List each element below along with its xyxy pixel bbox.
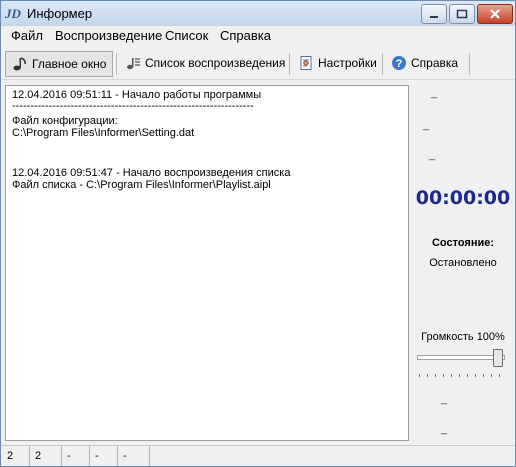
close-button[interactable] — [477, 4, 513, 24]
status-cell: 2 — [1, 446, 30, 466]
svg-text:JD: JD — [5, 6, 22, 21]
toolbar-separator — [289, 53, 290, 75]
menu-list[interactable]: Список — [165, 28, 208, 43]
playlist-icon — [125, 55, 141, 71]
status-bar: 2 2 - - - — [1, 445, 515, 466]
status-panel: _ _ _ 00:00:00 Состояние: Остановлено Гр… — [411, 85, 515, 441]
minimize-button[interactable] — [421, 4, 447, 24]
tab-settings[interactable]: Настройки — [292, 51, 378, 75]
state-label: Состояние: — [431, 237, 495, 249]
log-textarea[interactable]: 12.04.2016 09:51:11 - Начало работы прог… — [5, 85, 409, 441]
status-dash: _ — [431, 87, 438, 99]
svg-text:?: ? — [396, 58, 403, 70]
log-line: Файл списка - C:\Program Files\Informer\… — [12, 179, 271, 191]
tab-settings-label: Настройки — [318, 56, 377, 70]
log-line: C:\Program Files\Informer\Setting.dat — [12, 127, 195, 139]
toolbar: Главное окно Список воспроизведения Наст… — [1, 47, 515, 80]
log-line: Файл конфигурации: — [12, 115, 118, 127]
volume-slider-track[interactable] — [417, 355, 505, 360]
status-cell: - — [117, 446, 150, 466]
toolbar-separator — [382, 53, 383, 75]
log-line: ----------------------------------------… — [12, 100, 254, 112]
close-icon — [490, 9, 500, 19]
status-cell: - — [61, 446, 90, 466]
playback-timer: 00:00:00 — [415, 187, 511, 209]
status-cell-text: 2 — [35, 450, 42, 462]
volume-label: Громкость 100% — [421, 331, 505, 343]
tab-help-label: Справка — [411, 56, 459, 70]
status-cell-text: 2 — [7, 450, 14, 462]
toolbar-separator — [116, 53, 117, 75]
menu-playback[interactable]: Воспроизведение — [55, 28, 162, 43]
volume-slider-thumb[interactable] — [493, 349, 503, 367]
app-window: JD Информер Файл Воспроизведение Список … — [0, 0, 516, 467]
status-dash: _ — [423, 119, 430, 131]
status-cell: 2 — [29, 446, 62, 466]
minimize-icon — [430, 16, 438, 18]
tab-playlist[interactable]: Список воспроизведения — [119, 51, 285, 75]
window-title: Информер — [27, 6, 93, 21]
status-dash: _ — [429, 149, 436, 161]
status-cell: - — [89, 446, 118, 466]
status-cell-text: - — [67, 450, 71, 462]
menu-help[interactable]: Справка — [220, 28, 271, 43]
toolbar-separator — [469, 53, 470, 75]
app-logo-icon: JD — [4, 5, 23, 21]
music-note-icon — [12, 56, 28, 72]
menu-file[interactable]: Файл — [11, 28, 43, 43]
status-dash: _ — [441, 393, 448, 405]
menu-bar: Файл Воспроизведение Список Справка — [1, 26, 515, 46]
maximize-button[interactable] — [449, 4, 475, 24]
tab-help[interactable]: ? Справка — [385, 51, 465, 75]
tab-main-window[interactable]: Главное окно — [5, 51, 113, 77]
log-line: 12.04.2016 09:51:47 - Начало воспроизвед… — [12, 167, 291, 179]
tab-playlist-label: Список воспроизведения — [145, 56, 286, 70]
settings-document-icon — [298, 55, 314, 71]
maximize-icon — [456, 9, 468, 19]
title-bar[interactable]: JD Информер — [1, 1, 515, 26]
status-cell-text: - — [123, 450, 127, 462]
state-value: Остановлено — [429, 257, 497, 269]
tab-main-window-label: Главное окно — [32, 57, 107, 71]
help-icon: ? — [391, 55, 407, 71]
status-cell-text: - — [95, 450, 99, 462]
status-dash: _ — [441, 423, 448, 435]
